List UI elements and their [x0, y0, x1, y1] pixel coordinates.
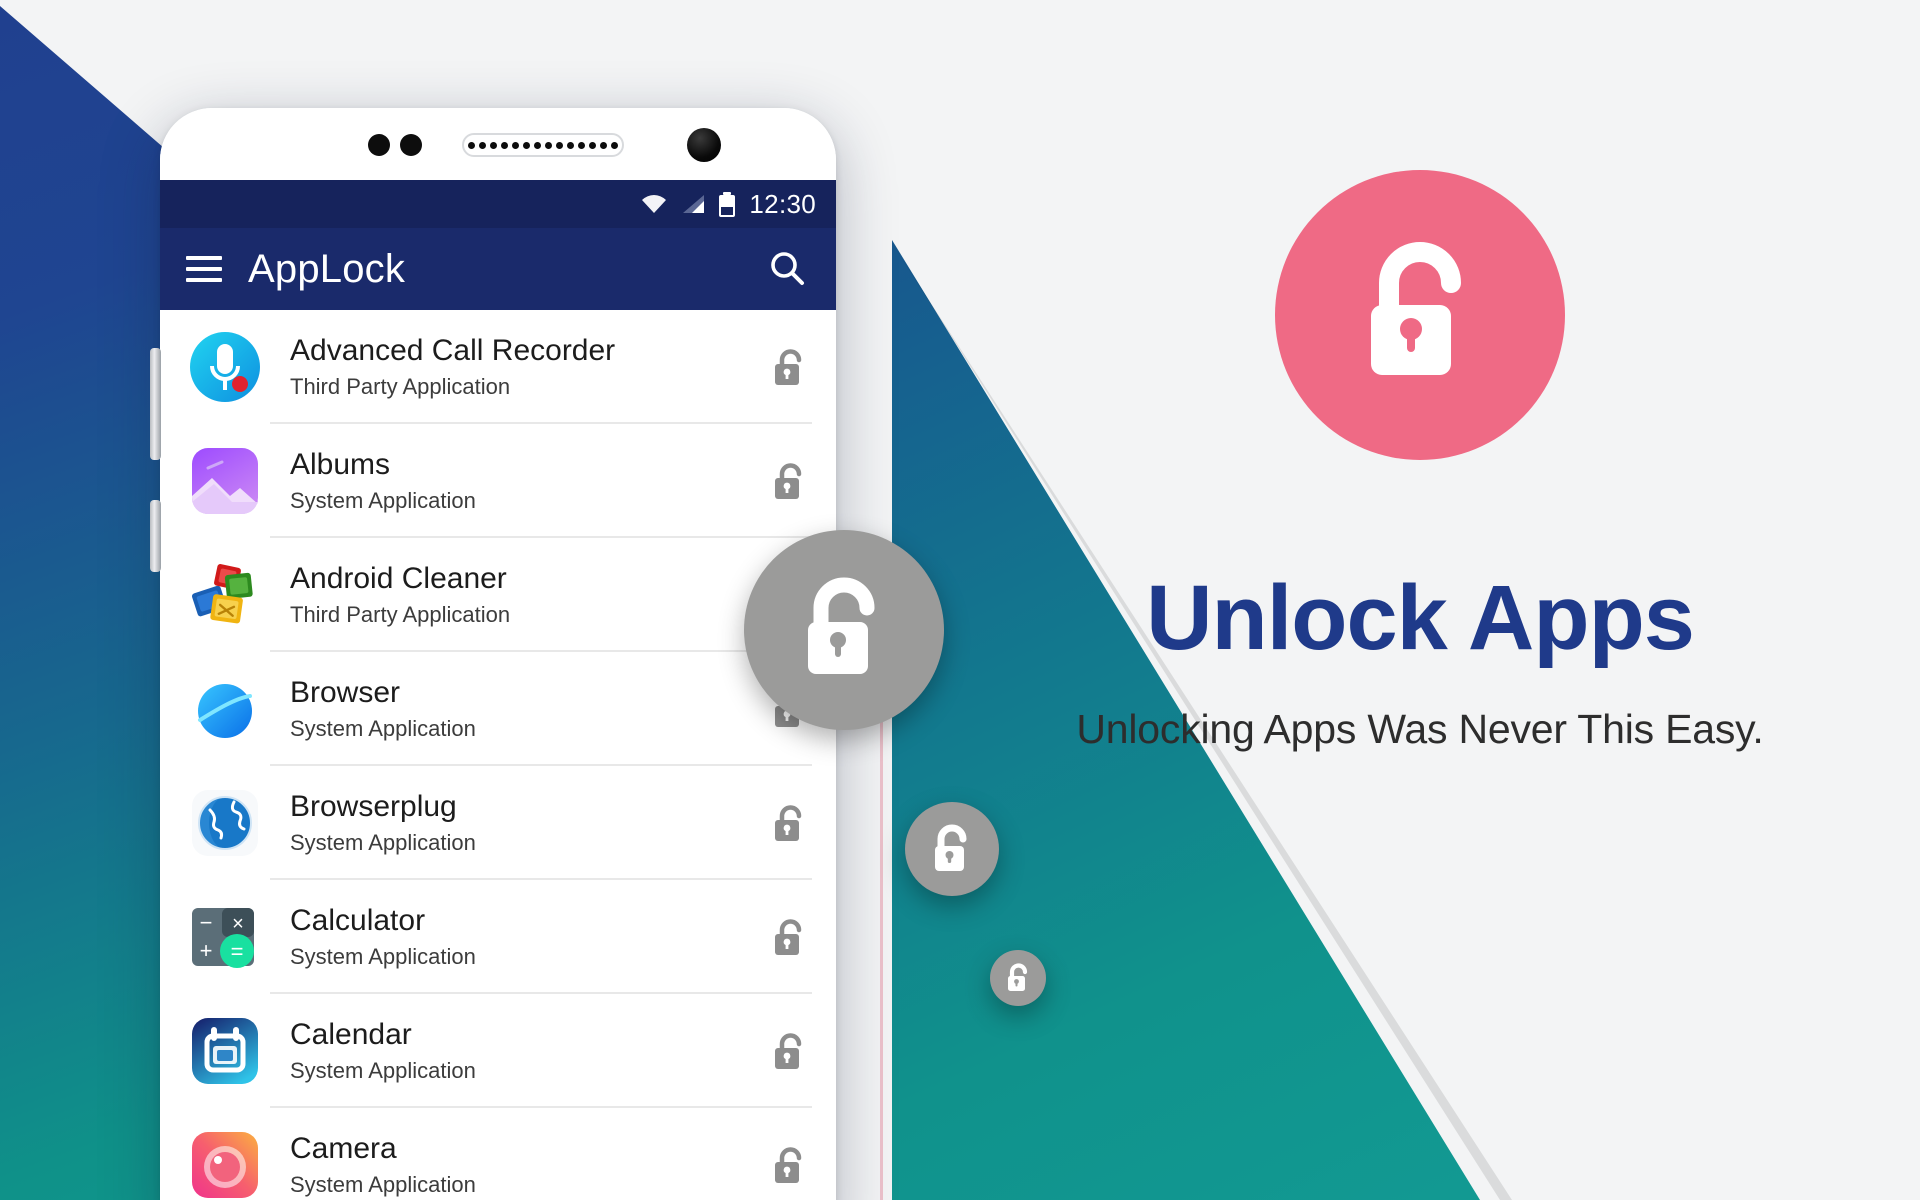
wifi-icon — [641, 194, 667, 214]
unlocked-padlock-badge-large — [744, 530, 944, 730]
app-name: Calendar — [290, 1018, 412, 1052]
app-type: System Application — [290, 1171, 476, 1197]
phone-mockup: 12:30 AppLock Advanced Call Recorder Thi… — [160, 108, 836, 1200]
svg-text:−: − — [200, 910, 213, 935]
list-item[interactable]: Advanced Call Recorder Third Party Appli… — [160, 310, 836, 424]
poster-canvas: 12:30 AppLock Advanced Call Recorder Thi… — [0, 0, 1920, 1200]
list-item[interactable]: Albums System Application — [160, 424, 836, 538]
list-item-meta: Browserplug System Application — [290, 790, 768, 856]
list-item[interactable]: Browser System Application — [160, 652, 836, 766]
camera-icon — [188, 1128, 262, 1200]
front-camera-icon — [687, 128, 721, 162]
app-name: Camera — [290, 1132, 397, 1166]
list-item-meta: Advanced Call Recorder Third Party Appli… — [290, 334, 768, 400]
microphone-record-icon — [188, 330, 262, 404]
unlocked-padlock-icon[interactable] — [768, 345, 812, 389]
app-type: Third Party Application — [290, 373, 511, 399]
cleaner-cards-icon — [188, 558, 262, 632]
app-list[interactable]: Advanced Call Recorder Third Party Appli… — [160, 310, 836, 1200]
hero-unlock-circle — [1275, 170, 1565, 460]
unlocked-padlock-icon[interactable] — [768, 1029, 812, 1073]
list-item[interactable]: Android Cleaner Third Party Application — [160, 538, 836, 652]
unlocked-padlock-icon[interactable] — [768, 1143, 812, 1187]
app-type: System Application — [290, 1057, 476, 1083]
app-name: Albums — [290, 448, 391, 482]
list-item[interactable]: Browserplug System Application — [160, 766, 836, 880]
unlock-padlock-icon — [1371, 242, 1461, 375]
background-pink-line — [880, 648, 883, 1200]
phone-power-button[interactable] — [150, 500, 161, 572]
earpiece-speaker — [462, 133, 624, 157]
app-title: AppLock — [248, 246, 406, 291]
photo-albums-icon — [188, 444, 262, 518]
status-bar-clock: 12:30 — [749, 188, 816, 219]
app-type: System Application — [290, 943, 476, 969]
page-title: Unlock Apps — [1146, 567, 1695, 669]
app-type: Third Party Application — [290, 601, 511, 627]
unlocked-padlock-badge-small — [990, 950, 1046, 1006]
app-type: System Application — [290, 829, 476, 855]
svg-text:+: + — [200, 938, 213, 963]
list-item-meta: Calculator System Application — [290, 904, 768, 970]
app-name: Advanced Call Recorder — [290, 334, 616, 368]
status-bar: 12:30 — [160, 180, 836, 228]
list-item[interactable]: Camera System Application — [160, 1108, 836, 1200]
page-subtitle: Unlocking Apps Was Never This Easy. — [1076, 706, 1764, 752]
phone-volume-button[interactable] — [150, 348, 161, 460]
hamburger-menu-icon[interactable] — [186, 256, 222, 282]
phone-top-bezel — [160, 108, 836, 180]
list-item-meta: Android Cleaner Third Party Application — [290, 562, 768, 628]
calculator-icon: − × + = — [188, 900, 262, 974]
app-name: Browserplug — [290, 790, 457, 824]
sensor-dot-icon — [368, 134, 390, 156]
battery-icon — [719, 191, 736, 217]
app-name: Calculator — [290, 904, 426, 938]
app-type: System Application — [290, 487, 476, 513]
unlocked-padlock-icon[interactable] — [768, 801, 812, 845]
proximity-sensor-icon — [400, 134, 422, 156]
world-globe-icon — [188, 786, 262, 860]
unlocked-padlock-icon[interactable] — [768, 459, 812, 503]
list-item-meta: Browser System Application — [290, 676, 768, 742]
list-item-meta: Camera System Application — [290, 1132, 768, 1198]
list-item-meta: Calendar System Application — [290, 1018, 768, 1084]
unlocked-padlock-icon[interactable] — [768, 915, 812, 959]
app-type: System Application — [290, 715, 476, 741]
app-bar: AppLock — [160, 228, 836, 310]
hero-block: Unlock Apps Unlocking Apps Was Never Thi… — [980, 170, 1860, 753]
list-item[interactable]: − × + = Calculator System Application — [160, 880, 836, 994]
calendar-icon — [188, 1014, 262, 1088]
app-name: Android Cleaner — [290, 562, 507, 596]
list-item-meta: Albums System Application — [290, 448, 768, 514]
svg-text:=: = — [231, 939, 244, 964]
list-item[interactable]: Calendar System Application — [160, 994, 836, 1108]
unlocked-padlock-badge-medium — [905, 802, 999, 896]
svg-text:×: × — [232, 913, 244, 935]
browser-globe-icon — [188, 672, 262, 746]
search-icon[interactable] — [764, 246, 810, 292]
signal-bars-icon — [681, 194, 705, 214]
app-name: Browser — [290, 676, 401, 710]
